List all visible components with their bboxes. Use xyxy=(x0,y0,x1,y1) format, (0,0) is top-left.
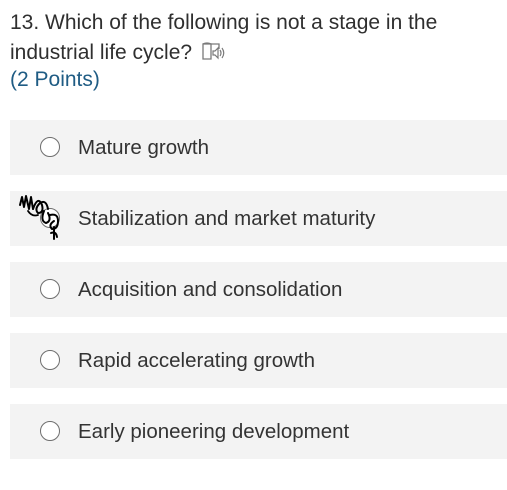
book-speaker-icon xyxy=(202,42,225,61)
radio-button[interactable] xyxy=(40,207,60,228)
question-number: 13. xyxy=(10,11,40,34)
option-stabilization[interactable]: Stabilization and market maturity xyxy=(10,191,507,246)
radio-button[interactable] xyxy=(40,349,60,370)
option-label: Early pioneering development xyxy=(78,419,350,443)
radio-button[interactable] xyxy=(40,420,60,441)
answer-options: Mature growth Stabilization and market m… xyxy=(10,120,507,475)
option-early-development[interactable]: Early pioneering development xyxy=(10,404,507,459)
question-points: (2 Points) xyxy=(10,68,100,91)
question-text: 13. Which of the following is not a stag… xyxy=(10,8,505,68)
radio-button[interactable] xyxy=(40,278,60,299)
option-acquisition[interactable]: Acquisition and consolidation xyxy=(10,262,507,317)
option-mature-growth[interactable]: Mature growth xyxy=(10,120,507,175)
option-rapid-growth[interactable]: Rapid accelerating growth xyxy=(10,333,507,388)
option-label: Rapid accelerating growth xyxy=(78,348,316,372)
question-line-1-text: Which of the following is not a stage in… xyxy=(45,11,438,34)
option-label: Mature growth xyxy=(78,135,210,159)
immersive-reader-icon[interactable] xyxy=(200,40,228,62)
option-label: Acquisition and consolidation xyxy=(78,277,343,301)
radio-button[interactable] xyxy=(40,136,60,157)
option-label: Stabilization and market maturity xyxy=(78,206,376,230)
question-line-1: 13. Which of the following is not a stag… xyxy=(10,8,505,38)
question-line-2-text: industrial life cycle? xyxy=(10,41,193,64)
question-line-2: industrial life cycle? xyxy=(10,38,505,68)
